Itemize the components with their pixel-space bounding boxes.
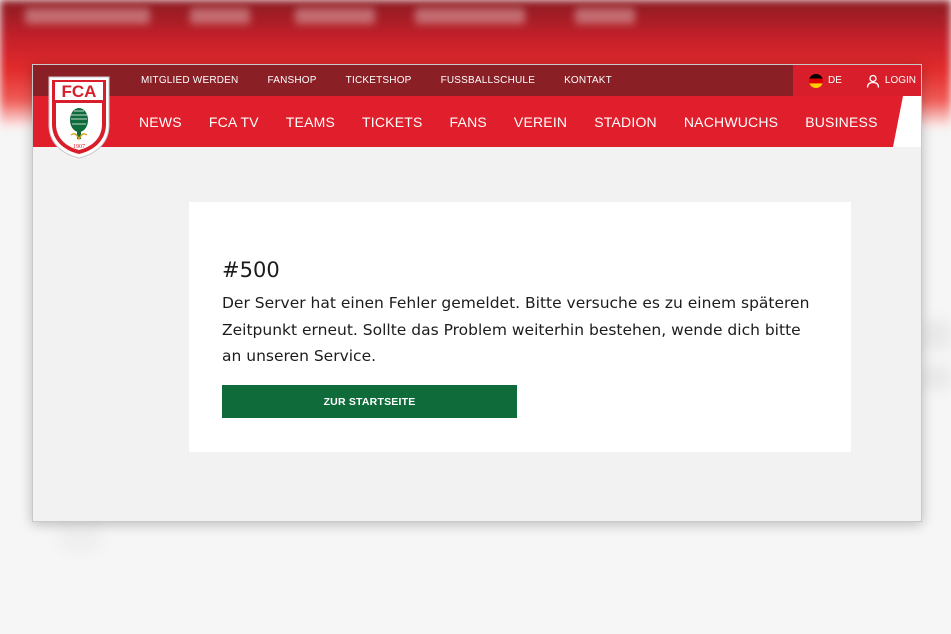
background-blur-text (295, 8, 375, 24)
logo-year: 1907 (73, 144, 85, 150)
login-label: LOGIN (884, 75, 917, 86)
error-card: #500 Der Server hat einen Fehler gemelde… (189, 202, 851, 452)
germany-flag-icon (809, 73, 823, 88)
top-links: MITGLIED WERDEN FANSHOP TICKETSHOP FUSSB… (141, 65, 641, 96)
toplink-fussballschule[interactable]: FUSSBALLSCHULE (441, 75, 536, 86)
browser-frame: MITGLIED WERDEN FANSHOP TICKETSHOP FUSSB… (32, 64, 922, 522)
nav-item-fca-tv[interactable]: FCA TV (209, 114, 259, 130)
nav-item-stadion[interactable]: STADION (594, 114, 657, 130)
error-message: Der Server hat einen Fehler gemeldet. Bi… (222, 294, 810, 365)
language-label: DE (828, 75, 842, 86)
nav-item-verein[interactable]: VEREIN (514, 114, 567, 130)
background-blur-shape (60, 522, 100, 552)
nav-item-business[interactable]: BUSINESS (805, 114, 877, 130)
background-blur-text (415, 8, 525, 24)
language-switcher[interactable]: DE (809, 73, 842, 88)
nav-item-teams[interactable]: TEAMS (286, 114, 335, 130)
utility-box: DE LOGIN (793, 65, 921, 96)
logo-text: FCA (62, 82, 97, 101)
nav-item-fans[interactable]: FANS (450, 114, 487, 130)
user-icon (866, 74, 880, 88)
background-blur-shape (922, 320, 951, 350)
background-blur-shape (922, 365, 951, 390)
back-to-home-button[interactable]: ZUR STARTSEITE (222, 385, 517, 418)
nav-item-tickets[interactable]: TICKETS (362, 114, 423, 130)
main-navigation: NEWS FCA TV TEAMS TICKETS FANS VEREIN ST… (33, 96, 921, 147)
nav-item-nachwuchs[interactable]: NACHWUCHS (684, 114, 778, 130)
toplink-fanshop[interactable]: FANSHOP (267, 75, 316, 86)
background-blur-text (25, 8, 150, 24)
top-bar: MITGLIED WERDEN FANSHOP TICKETSHOP FUSSB… (33, 65, 921, 96)
nav-item-news[interactable]: NEWS (139, 114, 182, 130)
toplink-kontakt[interactable]: KONTAKT (564, 75, 612, 86)
error-code: #500 (222, 258, 280, 282)
login-button[interactable]: LOGIN (866, 74, 916, 88)
background-blur-text (575, 8, 635, 24)
background-blur-text (190, 8, 250, 24)
main-nav-items: NEWS FCA TV TEAMS TICKETS FANS VEREIN ST… (139, 96, 921, 147)
toplink-mitglied-werden[interactable]: MITGLIED WERDEN (141, 75, 238, 86)
fca-logo[interactable]: FCA 1907 (47, 75, 111, 159)
toplink-ticketshop[interactable]: TICKETSHOP (346, 75, 412, 86)
